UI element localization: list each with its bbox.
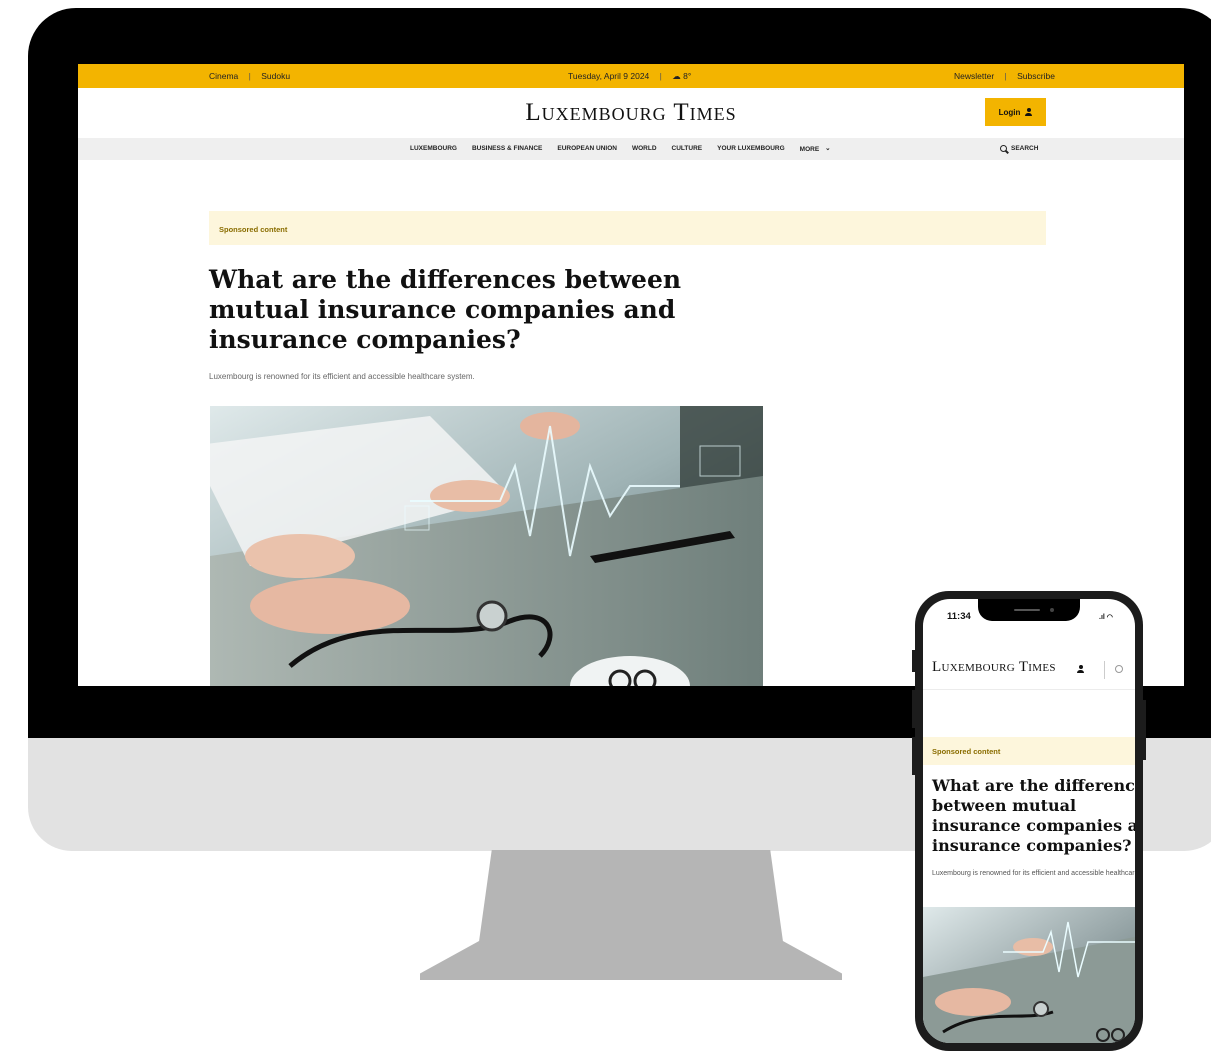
nav-item-european-union[interactable]: EUROPEAN UNION	[557, 145, 617, 153]
mobile-headline-line: insurance companies?	[932, 836, 1132, 855]
speaker-grille	[1014, 609, 1040, 611]
nav-more-label: MORE	[799, 146, 820, 153]
mobile-logo[interactable]: Luxembourg Times	[932, 659, 1056, 676]
article-subtitle: Luxembourg is renowned for its efficient…	[209, 372, 475, 381]
mobile-hero-image	[923, 907, 1135, 1043]
user-icon	[1025, 108, 1033, 116]
weather-icon: ☁	[672, 71, 681, 81]
nav-item-luxembourg[interactable]: LUXEMBOURG	[410, 145, 457, 153]
cinema-link[interactable]: Cinema	[209, 71, 238, 81]
newsletter-link[interactable]: Newsletter	[954, 71, 994, 81]
masthead: Luxembourg Times Login	[78, 88, 1184, 138]
mobile-headline-line: between mutual	[932, 796, 1077, 815]
nav-item-your-luxembourg[interactable]: YOUR LUXEMBOURG	[717, 145, 785, 153]
monitor-stand	[420, 850, 842, 980]
nav-item-culture[interactable]: CULTURE	[672, 145, 703, 153]
phone-frame: 11:34 .ıl ◠ Luxembourg Times Sponsored c…	[915, 591, 1143, 1051]
login-label: Login	[998, 107, 1021, 117]
search-label: SEARCH	[1011, 145, 1039, 152]
mobile-search-icon[interactable]	[1115, 665, 1123, 673]
mobile-article-subtitle: Luxembourg is renowned for its efficient…	[932, 870, 1135, 877]
signal-wifi-icon: .ıl ◠	[1099, 614, 1113, 621]
chevron-down-icon: ⌄	[825, 145, 831, 152]
search-icon	[1000, 145, 1007, 152]
sponsored-banner: Sponsored content	[209, 211, 1046, 245]
nav-item-world[interactable]: WORLD	[632, 145, 657, 153]
subscribe-link[interactable]: Subscribe	[1017, 71, 1055, 81]
main-nav: LUXEMBOURG BUSINESS & FINANCE EUROPEAN U…	[78, 138, 1184, 160]
current-date: Tuesday, April 9 2024	[568, 71, 650, 81]
mobile-user-icon[interactable]	[1077, 665, 1084, 673]
sponsored-label: Sponsored content	[219, 225, 288, 234]
status-time: 11:34	[947, 611, 971, 622]
top-utility-bar: Cinema | Sudoku Tuesday, April 9 2024 | …	[78, 64, 1184, 88]
search-button[interactable]: SEARCH	[1000, 145, 1038, 152]
sudoku-link[interactable]: Sudoku	[261, 71, 290, 81]
header-divider	[1104, 661, 1105, 679]
front-camera	[1050, 608, 1054, 612]
login-button[interactable]: Login	[985, 98, 1046, 126]
article-hero-image	[210, 406, 763, 686]
phone-notch	[978, 599, 1080, 621]
mobile-header: Luxembourg Times	[923, 643, 1135, 690]
temperature: 8°	[683, 71, 692, 81]
mobile-sponsored-banner: Sponsored content	[923, 737, 1135, 765]
mobile-article-headline: What are the differenc between mutual in…	[932, 776, 1135, 856]
nav-item-more[interactable]: MORE ⌄	[800, 145, 831, 153]
article-headline: What are the differences between mutual …	[209, 265, 682, 354]
mobile-screen: 11:34 .ıl ◠ Luxembourg Times Sponsored c…	[923, 599, 1135, 1043]
mobile-headline-line: What are the differenc	[932, 776, 1135, 795]
nav-item-business-finance[interactable]: BUSINESS & FINANCE	[472, 145, 542, 153]
mobile-sponsored-label: Sponsored content	[932, 747, 1001, 756]
mobile-headline-line: insurance companies a	[932, 816, 1135, 835]
